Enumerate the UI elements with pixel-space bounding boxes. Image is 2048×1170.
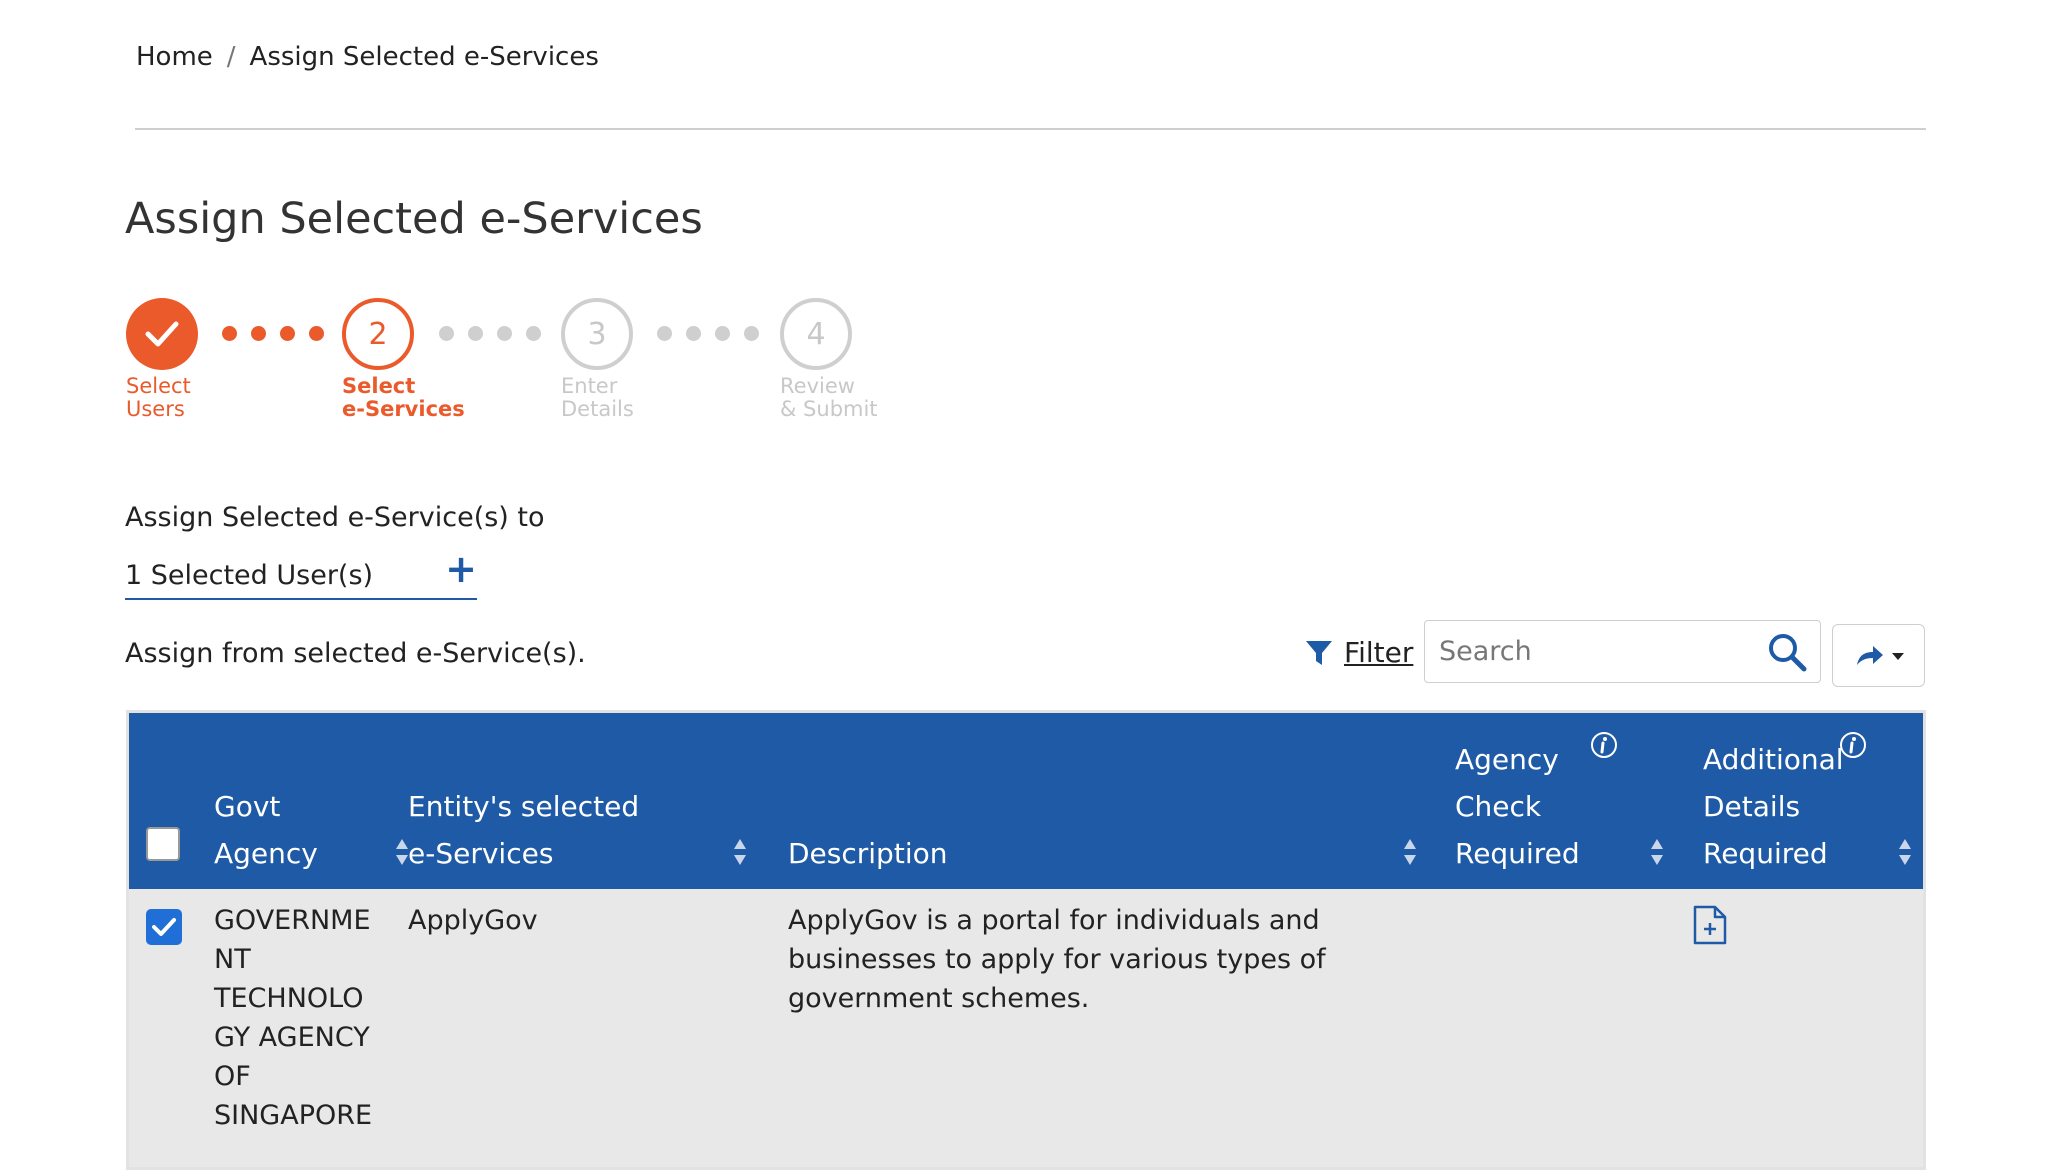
checkmark-icon (152, 918, 176, 936)
cell-description: ApplyGov is a portal for individuals and… (788, 905, 1326, 1014)
eservices-table: Govt Agency Entity's selected e-Services D… (126, 710, 1926, 1170)
table-row[interactable]: GOVERNME NT TECHNOLO GY AGENCY OF SINGAP… (129, 889, 1923, 1167)
header-additional-details[interactable]: Additional Details Required (1703, 736, 1844, 877)
header-eservices[interactable]: Entity's selected e-Services (408, 783, 639, 877)
filter-label: Filter (1344, 636, 1414, 669)
share-dropdown-button[interactable] (1832, 624, 1925, 687)
additional-details-info-icon[interactable] (1839, 731, 1867, 759)
cell-eservice: ApplyGov (408, 905, 538, 936)
sort-agency-check-icon[interactable] (1650, 837, 1664, 867)
breadcrumb: Home / Assign Selected e-Services (136, 42, 599, 72)
search-box (1424, 620, 1821, 683)
header-description[interactable]: Description (788, 830, 947, 877)
header-divider (135, 128, 1926, 130)
step-4-label: Review & Submit (780, 374, 878, 421)
step-connector-3 (657, 326, 759, 341)
add-user-icon[interactable]: + (445, 550, 477, 588)
step-connector-2 (439, 326, 541, 341)
step-3-circle: 3 (561, 298, 633, 370)
assign-to-label: Assign Selected e-Service(s) to (125, 502, 545, 533)
selected-users-field[interactable]: 1 Selected User(s) + (125, 550, 477, 600)
header-agency-check[interactable]: Agency Check Required (1455, 736, 1580, 877)
step-4-circle: 4 (780, 298, 852, 370)
sort-additional-details-icon[interactable] (1898, 837, 1912, 867)
step-1-label: Select Users (126, 374, 191, 421)
sort-eservices-icon[interactable] (733, 837, 747, 867)
step-2-circle: 2 (342, 298, 414, 370)
check-icon (145, 321, 179, 347)
page-title: Assign Selected e-Services (125, 194, 703, 244)
agency-check-info-icon[interactable] (1590, 731, 1618, 759)
step-2-label: Select e-Services (342, 374, 465, 421)
cell-govt-agency: GOVERNME NT TECHNOLO GY AGENCY OF SINGAP… (214, 905, 373, 1131)
sort-agency-icon[interactable] (395, 837, 409, 867)
assign-from-label: Assign from selected e-Service(s). (125, 638, 586, 669)
search-input[interactable] (1437, 635, 1757, 668)
share-arrow-icon (1856, 645, 1883, 665)
select-all-checkbox[interactable] (146, 827, 180, 861)
breadcrumb-home-link[interactable]: Home (136, 42, 213, 72)
document-plus-icon[interactable] (1692, 904, 1728, 946)
header-govt-agency[interactable]: Govt Agency (214, 783, 318, 877)
search-icon[interactable] (1766, 631, 1808, 673)
selected-users-text: 1 Selected User(s) (125, 560, 374, 591)
caret-down-icon (1891, 652, 1904, 660)
row-checkbox[interactable] (146, 909, 182, 945)
step-1-circle (126, 298, 198, 370)
step-connector-1 (222, 326, 324, 341)
breadcrumb-separator: / (226, 42, 236, 72)
sort-description-icon[interactable] (1403, 837, 1417, 867)
breadcrumb-current: Assign Selected e-Services (249, 42, 599, 72)
step-3-label: Enter Details (561, 374, 634, 421)
table-header: Govt Agency Entity's selected e-Services D… (129, 713, 1923, 889)
filter-icon (1306, 640, 1332, 665)
filter-button[interactable]: Filter (1304, 636, 1413, 669)
